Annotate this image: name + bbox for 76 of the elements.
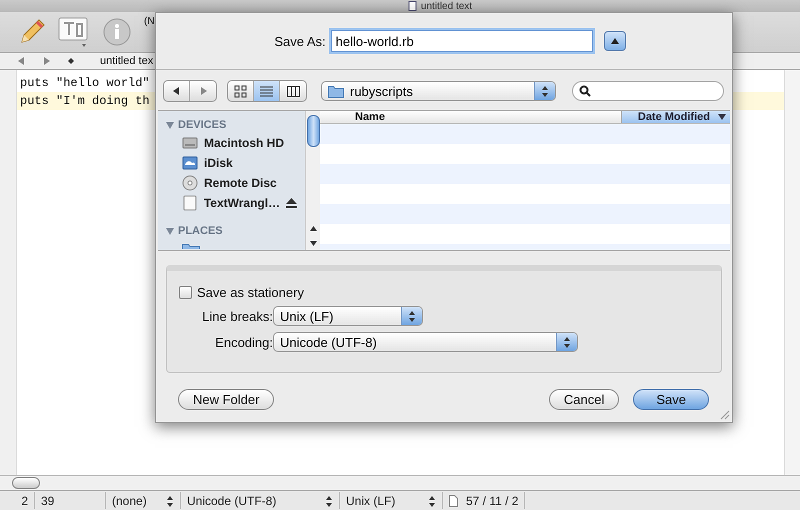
disclosure-button[interactable]	[604, 31, 626, 51]
push-button[interactable]: Cancel	[548, 389, 620, 410]
folder-icon	[182, 243, 200, 249]
updown-icon	[408, 309, 416, 323]
text-options-icon[interactable]	[58, 16, 90, 48]
language-value: (none)	[112, 494, 147, 508]
document-counts: 57 / 11 / 2	[466, 494, 518, 508]
updown-icon	[541, 84, 549, 98]
column-number: 39	[35, 492, 106, 509]
scroll-arrows-icon	[310, 226, 316, 246]
updown-icon	[325, 494, 333, 508]
search-icon	[579, 85, 591, 97]
back-arrow-icon[interactable]	[18, 57, 25, 65]
disclosure-triangle-icon[interactable]	[166, 122, 174, 128]
back-arrow-icon	[173, 87, 180, 95]
resize-grip-icon	[720, 410, 730, 420]
column-header[interactable]: Date Modified	[621, 111, 730, 123]
updown-icon	[428, 494, 436, 508]
encoding-popup[interactable]: Unicode (UTF-8)	[181, 492, 340, 509]
code-line: puts "hello world"	[20, 76, 150, 90]
sidebar-heading: DEVICES	[178, 119, 226, 131]
default-button[interactable]: Save	[633, 389, 709, 410]
updown-icon	[166, 494, 174, 508]
search-field[interactable]	[572, 81, 724, 101]
sidebar-heading: PLACES	[178, 225, 223, 237]
list-view-button[interactable]	[254, 81, 280, 101]
disclosure-triangle-icon[interactable]	[166, 228, 174, 234]
horizontal-scrollbar[interactable]	[0, 475, 800, 490]
line-breaks-popup[interactable]: Unix (LF)	[273, 306, 423, 326]
disc-icon	[182, 175, 198, 191]
folder-icon	[328, 84, 344, 98]
vertical-scrollbar[interactable]	[305, 111, 320, 250]
option-label: Line breaks:	[202, 308, 273, 324]
option-label: Encoding:	[215, 334, 273, 350]
line-breaks-popup[interactable]: Unix (LF)	[340, 492, 443, 509]
diamond-icon[interactable]	[68, 58, 74, 64]
checkbox-label[interactable]: Save as stationery	[197, 285, 304, 300]
sort-arrow-icon	[718, 114, 726, 120]
file-name-field[interactable]: hello-world.rb	[330, 30, 593, 52]
encoding-popup[interactable]: Unicode (UTF-8)	[273, 332, 578, 352]
push-button[interactable]: New Folder	[178, 389, 274, 410]
sidebar-item[interactable]: iDisk	[204, 156, 305, 170]
document-icon	[408, 1, 417, 11]
hard-drive-icon	[182, 135, 198, 151]
encoding-value: Unicode (UTF-8)	[187, 494, 276, 508]
line-number: 2	[0, 492, 35, 509]
forward-arrow-icon[interactable]	[43, 57, 50, 65]
code-line: puts "I'm doing th	[20, 94, 150, 108]
popup-value: Unicode (UTF-8)	[280, 334, 378, 350]
info-icon[interactable]	[102, 17, 132, 47]
volume-icon	[182, 195, 198, 211]
updown-icon	[563, 335, 571, 349]
history-buttons[interactable]	[163, 80, 217, 102]
triangle-icon	[610, 38, 619, 44]
scroll-thumb[interactable]	[306, 115, 320, 147]
document-tab[interactable]: untitled tex	[100, 55, 154, 67]
sidebar-item[interactable]: Remote Disc	[204, 176, 305, 190]
language-popup[interactable]: (none)	[106, 492, 181, 509]
location-value: rubyscripts	[350, 84, 414, 98]
columns-icon	[286, 84, 300, 98]
forward-arrow-icon	[200, 87, 206, 95]
view-mode-buttons[interactable]	[227, 80, 307, 102]
line-breaks-value: Unix (LF)	[346, 494, 396, 508]
list-icon	[260, 84, 273, 98]
column-header[interactable]: Name	[320, 111, 621, 123]
location-popup[interactable]: rubyscripts	[321, 81, 556, 101]
window-title: untitled text	[420, 0, 472, 12]
sidebar-item[interactable]: TextWrangl…	[204, 196, 280, 210]
popup-value: Unix (LF)	[280, 308, 334, 324]
sidebar-item[interactable]: Macintosh HD	[204, 136, 305, 150]
eject-icon[interactable]	[286, 198, 297, 208]
checkbox[interactable]	[179, 286, 192, 299]
document-label: (N	[144, 16, 155, 27]
save-as-label: Save As:	[274, 34, 326, 48]
grid-icon	[234, 84, 247, 98]
document-icon	[449, 494, 458, 506]
